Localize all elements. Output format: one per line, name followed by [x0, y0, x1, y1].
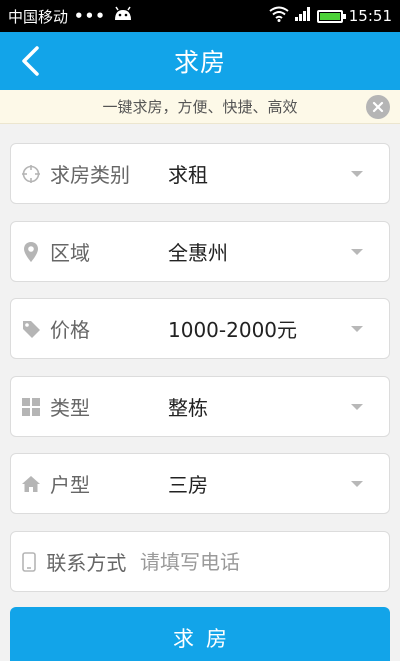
- close-notice-button[interactable]: [366, 95, 390, 119]
- carrier-name: 中国移动: [8, 7, 69, 26]
- close-icon: [372, 101, 384, 113]
- dropdown-arrow-icon: [351, 403, 363, 410]
- status-right: 15:51: [269, 6, 392, 26]
- header-bar: 求房: [0, 32, 400, 90]
- category-select[interactable]: 求房类别 求租: [10, 143, 390, 204]
- type-select[interactable]: 类型 整栋: [10, 376, 390, 437]
- dropdown-arrow-icon: [351, 170, 363, 177]
- page-title: 求房: [173, 48, 226, 77]
- dropdown-arrow-icon: [351, 248, 363, 255]
- dropdown-arrow-icon: [351, 325, 363, 332]
- wifi-icon: [269, 6, 289, 26]
- notice-text: 一键求房，方便、快捷、高效: [102, 98, 298, 116]
- phone-icon: [20, 551, 38, 573]
- layout-label: 户型: [50, 473, 90, 497]
- layout-value: 三房: [168, 473, 208, 497]
- status-left: 中国移动 •••: [8, 6, 134, 27]
- signal-strength-icon: [294, 7, 311, 25]
- status-bar: 中国移动 ••• 15:51: [0, 0, 400, 32]
- clock: 15:51: [348, 7, 392, 25]
- area-label: 区域: [50, 241, 90, 265]
- crosshair-icon: [20, 163, 42, 185]
- notice-banner: 一键求房，方便、快捷、高效: [0, 90, 400, 124]
- back-button[interactable]: [10, 41, 50, 81]
- signal-dots: •••: [74, 7, 106, 25]
- area-select[interactable]: 区域 全惠州: [10, 221, 390, 282]
- contact-row: 联系方式: [10, 531, 390, 592]
- category-value: 求租: [168, 163, 208, 187]
- price-value: 1000-2000元: [168, 318, 298, 342]
- area-value: 全惠州: [168, 241, 228, 265]
- house-icon: [20, 473, 42, 495]
- battery-icon: [316, 9, 346, 23]
- contact-label: 联系方式: [46, 551, 127, 575]
- price-select[interactable]: 价格 1000-2000元: [10, 298, 390, 359]
- type-label: 类型: [50, 396, 90, 420]
- submit-button[interactable]: 求房: [10, 607, 390, 661]
- price-tag-icon: [20, 318, 42, 340]
- dropdown-arrow-icon: [351, 480, 363, 487]
- category-label: 求房类别: [50, 163, 130, 187]
- type-value: 整栋: [168, 396, 208, 420]
- grid-icon: [20, 396, 42, 418]
- location-pin-icon: [20, 241, 42, 263]
- android-icon: [112, 6, 134, 26]
- phone-input[interactable]: [140, 549, 389, 574]
- chevron-left-icon: [22, 46, 39, 76]
- layout-select[interactable]: 户型 三房: [10, 453, 390, 514]
- price-label: 价格: [50, 318, 90, 342]
